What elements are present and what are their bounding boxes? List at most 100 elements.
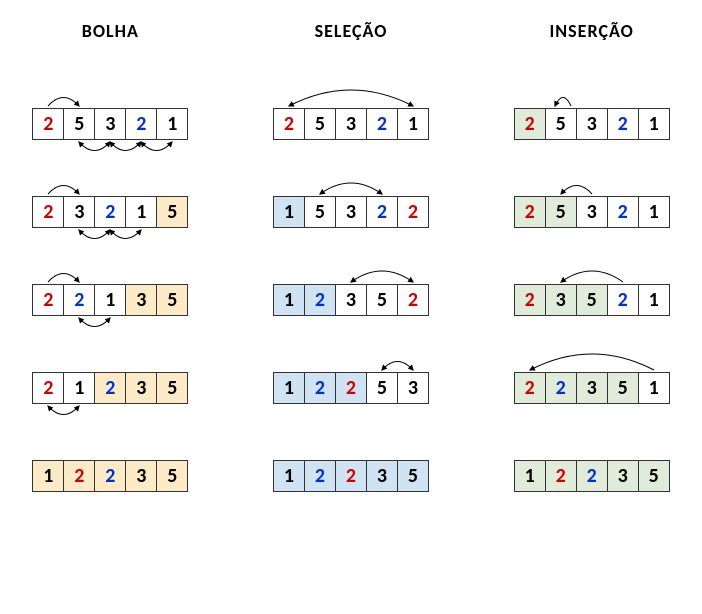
array-step: 12235	[10, 460, 211, 492]
array-cell: 2	[366, 108, 398, 140]
array-cell: 2	[125, 108, 157, 140]
array-cell: 1	[638, 284, 670, 316]
array-step: 12352	[251, 284, 452, 316]
array-row: 25321	[32, 108, 188, 140]
array-cell: 3	[545, 284, 577, 316]
column-header: BOLHA	[10, 20, 211, 42]
array-cell: 2	[366, 196, 398, 228]
array-cell: 3	[125, 284, 157, 316]
array-cell: 3	[607, 460, 639, 492]
array-cell: 2	[545, 372, 577, 404]
array-cell: 1	[514, 460, 546, 492]
array-cell: 3	[397, 372, 429, 404]
array-cell: 5	[576, 284, 608, 316]
array-cell: 1	[63, 372, 95, 404]
array-cell: 5	[63, 108, 95, 140]
array-step: 12235	[491, 460, 692, 492]
array-cell: 5	[545, 196, 577, 228]
array-cell: 2	[32, 284, 64, 316]
array-cell: 1	[273, 460, 305, 492]
array-row: 23521	[514, 284, 670, 316]
array-step: 23521	[491, 284, 692, 316]
array-row: 12352	[273, 284, 429, 316]
array-cell: 1	[273, 372, 305, 404]
array-cell: 2	[607, 196, 639, 228]
array-cell: 5	[397, 460, 429, 492]
array-cell: 3	[366, 460, 398, 492]
array-cell: 2	[607, 284, 639, 316]
array-cell: 5	[304, 108, 336, 140]
array-cell: 3	[576, 372, 608, 404]
column-header: SELEÇÃO	[251, 20, 452, 42]
array-cell: 2	[514, 284, 546, 316]
array-cell: 1	[397, 108, 429, 140]
array-cell: 1	[94, 284, 126, 316]
array-cell: 2	[32, 108, 64, 140]
array-row: 12235	[273, 460, 429, 492]
array-step: 25321	[10, 108, 211, 140]
array-cell: 1	[32, 460, 64, 492]
array-cell: 1	[156, 108, 188, 140]
array-row: 22351	[514, 372, 670, 404]
array-cell: 5	[607, 372, 639, 404]
array-cell: 3	[576, 108, 608, 140]
array-row: 12235	[32, 460, 188, 492]
array-cell: 3	[125, 460, 157, 492]
array-cell: 5	[156, 284, 188, 316]
array-cell: 2	[304, 284, 336, 316]
array-step: 25321	[251, 108, 452, 140]
array-cell: 3	[335, 108, 367, 140]
array-cell: 3	[125, 372, 157, 404]
array-cell: 3	[335, 284, 367, 316]
array-cell: 2	[94, 196, 126, 228]
array-cell: 2	[32, 196, 64, 228]
array-cell: 2	[304, 372, 336, 404]
array-row: 21235	[32, 372, 188, 404]
array-step: 21235	[10, 372, 211, 404]
array-cell: 2	[545, 460, 577, 492]
array-cell: 3	[94, 108, 126, 140]
array-step: 15322	[251, 196, 452, 228]
array-cell: 2	[273, 108, 305, 140]
array-cell: 2	[514, 372, 546, 404]
array-cell: 2	[514, 196, 546, 228]
array-row: 15322	[273, 196, 429, 228]
array-cell: 3	[576, 196, 608, 228]
array-cell: 1	[638, 196, 670, 228]
array-row: 22135	[32, 284, 188, 316]
array-step: 12253	[251, 372, 452, 404]
array-cell: 2	[32, 372, 64, 404]
array-cell: 5	[156, 460, 188, 492]
array-step: 25321	[491, 108, 692, 140]
array-step: 22351	[491, 372, 692, 404]
array-cell: 2	[397, 284, 429, 316]
array-cell: 2	[335, 460, 367, 492]
array-cell: 1	[273, 284, 305, 316]
array-cell: 2	[607, 108, 639, 140]
array-step: 23215	[10, 196, 211, 228]
array-cell: 2	[514, 108, 546, 140]
array-cell: 1	[638, 108, 670, 140]
array-cell: 5	[366, 284, 398, 316]
array-cell: 5	[545, 108, 577, 140]
array-step: 22135	[10, 284, 211, 316]
array-cell: 2	[63, 284, 95, 316]
array-row: 23215	[32, 196, 188, 228]
array-cell: 1	[638, 372, 670, 404]
array-cell: 2	[397, 196, 429, 228]
array-row: 25321	[514, 108, 670, 140]
array-cell: 2	[576, 460, 608, 492]
array-row: 12253	[273, 372, 429, 404]
array-row: 25321	[514, 196, 670, 228]
array-cell: 2	[94, 372, 126, 404]
column-header: INSERÇÃO	[491, 20, 692, 42]
array-cell: 2	[335, 372, 367, 404]
array-cell: 2	[304, 460, 336, 492]
array-cell: 1	[125, 196, 157, 228]
array-row: 25321	[273, 108, 429, 140]
array-cell: 5	[156, 196, 188, 228]
array-cell: 2	[63, 460, 95, 492]
array-row: 12235	[514, 460, 670, 492]
array-cell: 5	[304, 196, 336, 228]
array-step: 25321	[491, 196, 692, 228]
